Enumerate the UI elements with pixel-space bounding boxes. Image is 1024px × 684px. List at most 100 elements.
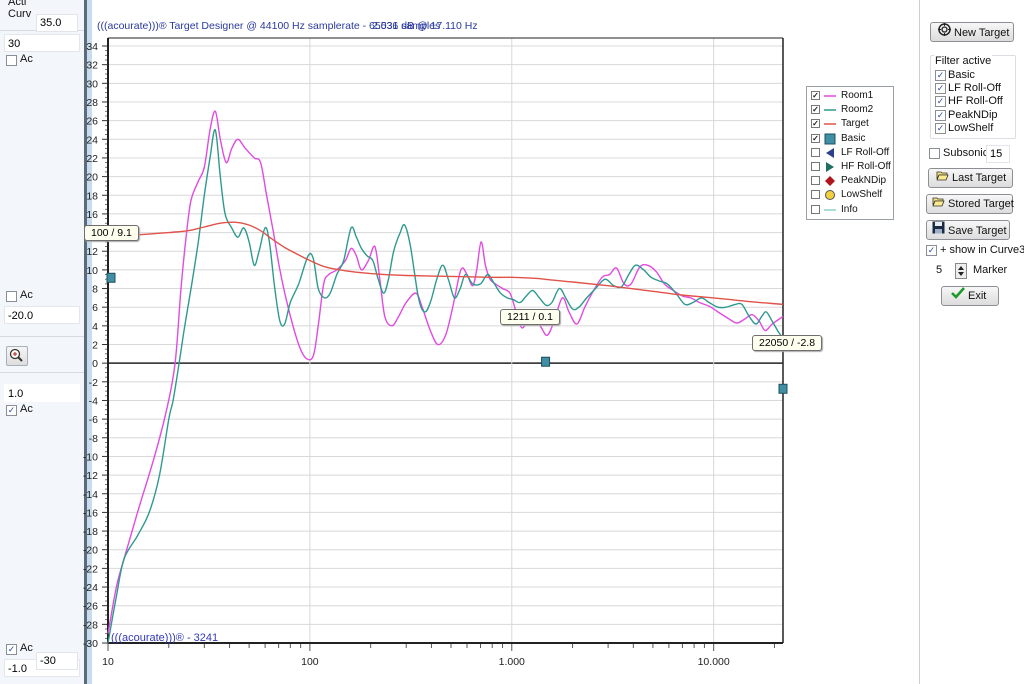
line-icon (824, 95, 836, 97)
exit-button[interactable]: Exit (941, 286, 999, 306)
y-tick-label: -10 (83, 451, 98, 463)
subsonic-label: Subsonic (943, 147, 989, 159)
line-icon (824, 208, 836, 211)
legend-checkbox[interactable] (811, 162, 820, 171)
plot-area (108, 38, 783, 643)
legend-label: Info (841, 203, 858, 215)
legend-item-peakndip[interactable]: PeakNDip (807, 174, 893, 188)
circle-icon (825, 190, 835, 201)
y-tick-label: -8 (89, 433, 98, 445)
y-tick-label: 20 (86, 172, 98, 184)
subsonic-checkbox[interactable] (929, 148, 940, 159)
legend-item-hf-roll-off[interactable]: HF Roll-Off (807, 160, 893, 174)
save-target-button[interactable]: Save Target (926, 220, 1010, 240)
filter-active-title: Filter active (934, 55, 993, 67)
y-tick-label: -2 (89, 377, 98, 389)
y-tick-label: 32 (86, 60, 98, 72)
y-tick-label: -28 (83, 619, 98, 631)
legend-item-target[interactable]: Target (807, 117, 893, 131)
legend-checkbox[interactable] (811, 105, 820, 115)
last-target-button[interactable]: Last Target (928, 168, 1013, 188)
y-tick-label: -6 (89, 414, 98, 426)
grid (108, 38, 783, 644)
legend-item-room1[interactable]: Room1 (807, 89, 893, 103)
x-tick-label: 100 (301, 656, 319, 668)
checkmark-icon (951, 287, 965, 305)
legend-label: Basic (841, 132, 866, 144)
folder-open-icon (931, 195, 945, 213)
marker-count-value[interactable]: 5 (936, 264, 942, 276)
new-target-label: New Target (954, 27, 1010, 39)
stored-target-button[interactable]: Stored Target (926, 194, 1014, 214)
filter-label: HF Roll-Off (948, 95, 1003, 108)
legend-checkbox[interactable] (811, 119, 820, 129)
y-tick-label: -14 (83, 489, 98, 501)
marker-spinner[interactable] (955, 263, 967, 279)
y-tick-label: -12 (83, 470, 98, 482)
legend-label: Target (841, 118, 869, 130)
filter-label: LowShelf (948, 121, 994, 134)
marker-tooltip-right: 22050 / -2.8 (752, 335, 823, 351)
stored-target-label: Stored Target (948, 198, 1014, 210)
y-tick-label: -16 (83, 507, 98, 519)
floppy-disk-icon (931, 221, 945, 240)
legend-label: PeakNDip (841, 175, 887, 187)
y-tick-label: 10 (86, 265, 98, 277)
basic-marker-handle[interactable] (541, 356, 551, 367)
y-tick-label: 16 (86, 209, 98, 221)
filter-label: Basic (948, 69, 975, 81)
show-in-curve3-checkbox[interactable] (926, 245, 937, 256)
legend-label: LowShelf (841, 189, 883, 201)
folder-open-icon (935, 169, 949, 187)
legend-item-room2[interactable]: Room2 (807, 103, 893, 117)
legend-label: HF Roll-Off (841, 161, 891, 172)
y-tick-label: -22 (83, 563, 98, 575)
legend-checkbox[interactable] (811, 133, 820, 143)
line-icon (824, 123, 836, 126)
legend-item-info[interactable]: Info (807, 203, 893, 217)
legend-checkbox[interactable] (811, 176, 820, 186)
legend-checkbox[interactable] (811, 204, 820, 214)
show-in-curve3-label: + show in Curve3 (940, 244, 1024, 256)
target-icon (937, 23, 951, 42)
y-tick-label: -30 (83, 638, 98, 650)
filter-checkbox-peakndip[interactable] (935, 109, 946, 121)
legend-label: Room2 (841, 104, 874, 116)
y-tick-label: -4 (89, 395, 98, 407)
filter-checkbox-lf-roll-off[interactable] (935, 83, 946, 95)
legend-item-basic[interactable]: Basic (807, 132, 893, 146)
y-tick-label: 22 (86, 153, 98, 165)
diamond-icon (825, 176, 835, 187)
filter-checkbox-basic[interactable] (935, 70, 946, 81)
y-tick-label: 0 (92, 358, 98, 370)
basic-marker-handle[interactable] (106, 272, 116, 283)
filter-checkbox-lowshelf[interactable] (935, 122, 946, 134)
triangle-right-icon (826, 162, 834, 172)
y-tick-label: 18 (86, 190, 98, 202)
y-tick-label: 30 (86, 78, 98, 90)
legend-checkbox[interactable] (811, 91, 820, 100)
basic-marker-handle[interactable] (778, 383, 788, 394)
legend-label: Room1 (841, 90, 874, 101)
legend-checkbox[interactable] (811, 190, 820, 200)
filter-checkbox-hf-roll-off[interactable] (935, 96, 946, 108)
save-target-label: Save Target (948, 225, 1007, 237)
legend-checkbox[interactable] (811, 147, 820, 157)
y-tick-label: 12 (86, 246, 98, 258)
chart-legend: Room1 Room2 Target Basic LF Roll-Off HF Roll-… (806, 86, 894, 220)
triangle-left-icon (826, 147, 834, 158)
legend-item-lowshelf[interactable]: LowShelf (807, 188, 893, 202)
subsonic-value-input[interactable]: 15 (986, 145, 1010, 163)
filter-label: PeakNDip (948, 108, 998, 121)
legend-item-lf-roll-off[interactable]: LF Roll-Off (807, 146, 893, 160)
y-tick-label: -18 (83, 526, 98, 538)
y-tick-label: -20 (83, 545, 98, 557)
cursor-readout: 2.031 dB @ 17.110 Hz (372, 20, 478, 32)
new-target-button[interactable]: New Target (930, 22, 1014, 42)
marker-tooltip-left: 100 / 9.1 (84, 225, 139, 241)
line-icon (824, 109, 836, 111)
exit-label: Exit (968, 290, 987, 302)
y-tick-label: 8 (92, 284, 98, 296)
x-tick-label: 10 (102, 656, 114, 668)
y-tick-label: 4 (92, 321, 98, 333)
